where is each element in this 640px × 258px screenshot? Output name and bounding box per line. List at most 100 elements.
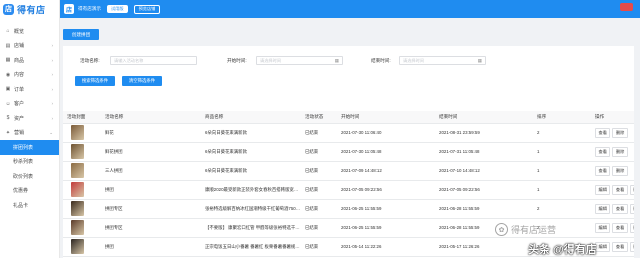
end-time-cell: 2021-07-05 09:22:56 (435, 180, 533, 200)
sidebar-item-overview[interactable]: ⌂ 概览 (0, 24, 59, 39)
sidebar-item-label: 营销 (14, 130, 25, 137)
sidebar-item-content[interactable]: ◉ 内容 › (0, 68, 59, 83)
column-header: 商品名称 (201, 111, 301, 124)
cover-cell (63, 142, 101, 162)
delete-button[interactable]: 删除 (612, 165, 628, 176)
delete-button[interactable]: 删除 (629, 203, 634, 214)
table-row: 三人拼团 6朵向日葵花束满新款 已结束 2021-07-09 14:48:12 2021… (63, 161, 634, 181)
actions-cell: 查看 删除 (591, 123, 634, 143)
end-time-label: 结束时间: (371, 58, 391, 63)
view-button[interactable]: 查看 (595, 165, 611, 176)
table-row: 拼团专区张裕特选级解百纳冰红国潮特级干红葡萄酒750ml*6 六支已结束2021… (63, 199, 634, 219)
sidebar-subitem-group-buy[interactable]: 拼团列表 (0, 140, 59, 155)
sidebar-item-label: 商品 (14, 57, 25, 64)
cover-thumbnail (71, 220, 84, 235)
actions-cell: 查看 删除 (591, 142, 634, 162)
name-input-placeholder: 请输入活动名称 (114, 57, 144, 63)
view-button[interactable]: 查看 (612, 203, 628, 214)
calendar-icon: ▦ (477, 57, 482, 63)
sidebar-item-assets[interactable]: $ 资产 › (0, 111, 59, 126)
column-header: 操作 (591, 111, 634, 124)
cover-thumbnail (71, 201, 84, 216)
delete-button[interactable]: 删除 (612, 127, 628, 138)
end-time-cell: 2021-07-10 14:48:12 (435, 161, 533, 181)
sidebar-subitem-flash-sale[interactable]: 秒杀列表 (0, 155, 59, 170)
cover-cell (63, 237, 101, 257)
view-button[interactable]: 查看 (595, 127, 611, 138)
edit-button[interactable]: 编辑 (595, 203, 611, 214)
goods-icon: ▦ (5, 57, 11, 64)
sort-cell: 2 (533, 199, 591, 219)
activity-name-cell: 三人拼团 (101, 161, 201, 181)
sidebar-item-label: 客户 (14, 101, 25, 108)
start-time-label: 开始时间: (227, 58, 247, 63)
preview-store-button[interactable]: 预览店铺 (133, 4, 161, 14)
topbar-left: 店 得有店演示 试用版 预览店铺 (64, 4, 161, 14)
cover-cell (63, 161, 101, 181)
end-time-input[interactable]: 请选择时间 ▦ (399, 56, 486, 65)
chevron-right-icon: › (51, 86, 54, 92)
sidebar-item-label: 店铺 (14, 43, 25, 50)
table-header-row: 活动封面 活动名称 商品名称 活动状态 开始时间 结束时间 排序 操作 (63, 111, 634, 124)
start-time-cell: 2021-07-30 11:06:40 (337, 123, 435, 143)
sidebar-subitem-coupons[interactable]: 优惠券 (0, 184, 59, 199)
sidebar-item-marketing[interactable]: ✦ 营销 ⌄ (0, 126, 59, 141)
start-time-input[interactable]: 请选择时间 ▦ (256, 56, 343, 65)
cover-cell (63, 218, 101, 238)
table-row: 鲜花拼团 6朵向日葵花束满新款 已结束 2021-07-30 11:05:48 2021… (63, 142, 634, 162)
logo[interactable]: 店 得有店 (0, 0, 59, 18)
view-button[interactable]: 查看 (612, 184, 628, 195)
sidebar-item-label: 订单 (14, 86, 25, 93)
edit-button[interactable]: 编辑 (595, 184, 611, 195)
column-header: 排序 (533, 111, 591, 124)
column-header: 活动封面 (63, 111, 101, 124)
store-name: 得有店演示 (78, 6, 101, 11)
cover-cell (63, 123, 101, 143)
cover-thumbnail (71, 163, 84, 178)
avatar[interactable] (620, 3, 633, 11)
cover-thumbnail (71, 144, 84, 159)
actions-cell: 编辑查看删除 (591, 199, 634, 219)
sidebar-item-customers[interactable]: ☺ 客户 › (0, 97, 59, 112)
product-name-cell: 【不要版】 康聚宏口红管 甲醛等级张裕特选干红葡萄酒750ml (201, 218, 301, 238)
edit-button[interactable]: 编辑 (595, 241, 611, 252)
column-header: 开始时间 (337, 111, 435, 124)
status-cell: 已结束 (301, 123, 337, 143)
delete-button[interactable]: 删除 (629, 241, 634, 252)
sort-cell: 1 (533, 142, 591, 162)
edit-button[interactable]: 编辑 (595, 222, 611, 233)
name-input[interactable]: 请输入活动名称 (110, 56, 197, 65)
delete-button[interactable]: 删除 (629, 184, 634, 195)
activity-name-cell: 拼团 (101, 180, 201, 200)
column-header: 活动名称 (101, 111, 201, 124)
cover-thumbnail (71, 125, 84, 140)
create-group-buy-button[interactable]: 创建拼团 (63, 29, 99, 40)
delete-button[interactable]: 删除 (612, 146, 628, 157)
search-filter-button[interactable]: 搜索筛选条件 (75, 76, 115, 86)
actions-cell: 查看 删除 (591, 161, 634, 181)
cover-cell (63, 180, 101, 200)
product-name-cell: 6朵向日葵花束满新款 (201, 142, 301, 162)
sidebar-item-label: 资产 (14, 115, 25, 122)
sidebar-item-orders[interactable]: ▣ 订单 › (0, 82, 59, 97)
view-button[interactable]: 查看 (612, 222, 628, 233)
delete-button[interactable]: 删除 (629, 222, 634, 233)
sidebar-subitem-bargain[interactable]: 砍价列表 (0, 169, 59, 184)
sidebar-subitem-gift-cards[interactable]: 礼品卡 (0, 198, 59, 213)
table-row: 拼团康顺2020最受新款正装外套女春秋百搭韩版宽松二八分外套女先发已结束2021… (63, 180, 634, 200)
sidebar-item-goods[interactable]: ▦ 商品 › (0, 53, 59, 68)
chevron-right-icon: › (51, 115, 54, 121)
content-icon: ◉ (5, 71, 11, 78)
chevron-right-icon: › (51, 72, 54, 78)
status-cell: 已结束 (301, 218, 337, 238)
clear-filter-button[interactable]: 清空筛选条件 (122, 76, 162, 86)
store-icon: ▤ (5, 42, 11, 49)
sidebar-item-store[interactable]: ▤ 店铺 › (0, 39, 59, 54)
end-time-cell: 2021-07-31 11:05:48 (435, 142, 533, 162)
main-content: 创建拼团 活动名称: 请输入活动名称 开始时间: 请选择时间 ▦ 结束时间: 请… (60, 18, 640, 258)
home-icon: ⌂ (6, 28, 10, 35)
sidebar-item-label: 概览 (14, 28, 25, 35)
view-button[interactable]: 查看 (595, 146, 611, 157)
view-button[interactable]: 查看 (612, 241, 628, 252)
cover-thumbnail (71, 182, 84, 197)
